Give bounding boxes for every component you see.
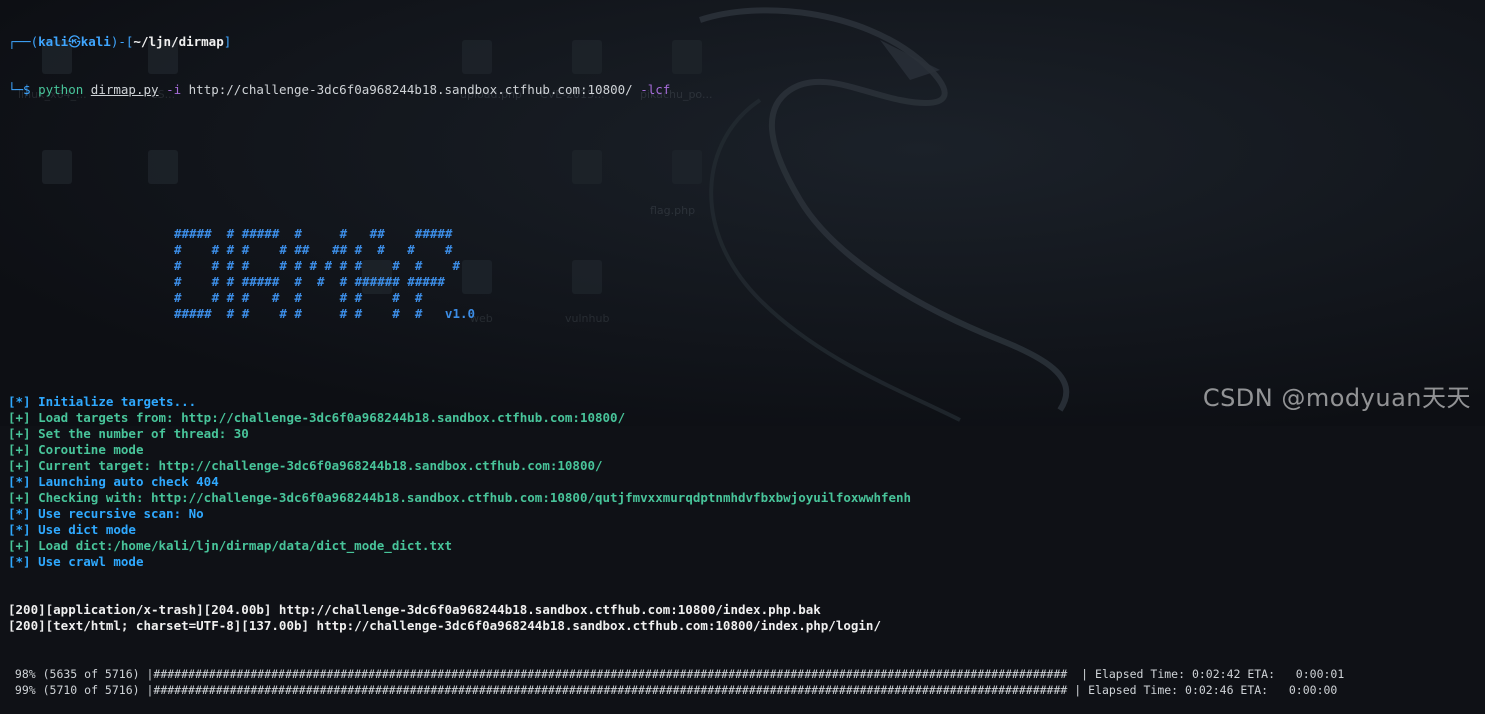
banner-line: ##### # ##### # # ## ##### (174, 226, 453, 241)
prompt-at: ㉿ (68, 34, 81, 49)
progress-tail: | Elapsed Time: 0:02:42 ETA: 0:00:01 (1074, 667, 1345, 681)
prompt-bracket: )-[ (110, 34, 134, 49)
prompt-bracket: ] (223, 34, 232, 49)
log-line: [+] Set the number of thread: 30 (8, 426, 1478, 442)
log-tag: [*] (8, 554, 31, 569)
progress-line: 98% (5635 of 5716) |####################… (8, 666, 1478, 682)
prompt-line-2: └─$ python dirmap.py -i http://challenge… (8, 82, 1478, 98)
csdn-watermark: CSDN @modyuan天天 (1202, 384, 1471, 412)
progress-tail: | Elapsed Time: 0:02:46 ETA: 0:00:00 (1074, 683, 1338, 697)
log-text: Use dict mode (38, 522, 136, 537)
log-line: [+] Current target: http://challenge-3dc… (8, 458, 1478, 474)
log-line: [+] Load dict:/home/kali/ljn/dirmap/data… (8, 538, 1478, 554)
progress-lines: 98% (5635 of 5716) |####################… (8, 666, 1478, 698)
log-tag: [*] (8, 506, 31, 521)
log-text: Load targets from: http://challenge-3dc6… (38, 410, 626, 425)
prompt-bracket: ┌──( (8, 34, 39, 49)
log-text: Coroutine mode (38, 442, 144, 457)
log-line: [*] Use recursive scan: No (8, 506, 1478, 522)
progress-label: 99% (5710 of 5716) | (8, 683, 154, 697)
log-tag: [+] (8, 458, 31, 473)
dirmap-ascii-banner: ##### # ##### # # ## ##### # # # # # ## #… (8, 226, 1478, 322)
log-lines: [*] Initialize targets... [+] Load target… (8, 394, 1478, 570)
log-line: [+] Checking with: http://challenge-3dc6… (8, 490, 1478, 506)
log-tag: [*] (8, 474, 31, 489)
prompt-arrow: └─$ (8, 82, 39, 97)
progress-label: 98% (5635 of 5716) | (8, 667, 154, 681)
log-line: [+] Coroutine mode (8, 442, 1478, 458)
log-text: Use recursive scan: No (38, 506, 204, 521)
scan-results: [200][application/x-trash][204.00b] http… (8, 602, 1478, 634)
command-flag: -i (166, 82, 182, 97)
log-tag: [+] (8, 442, 31, 457)
log-line: [*] Use crawl mode (8, 554, 1478, 570)
prompt-line-1: ┌──(kali㉿kali)-[~/ljn/dirmap] (8, 34, 1478, 50)
log-text: Current target: http://challenge-3dc6f0a… (38, 458, 603, 473)
progress-bar: ########################################… (153, 667, 1075, 681)
log-text: Initialize targets... (38, 394, 197, 409)
log-text: Set the number of thread: 30 (38, 426, 249, 441)
log-tag: [*] (8, 522, 31, 537)
log-text: Use crawl mode (38, 554, 144, 569)
log-text: Checking with: http://challenge-3dc6f0a9… (38, 490, 912, 505)
log-tag: [+] (8, 490, 31, 505)
log-line: [*] Launching auto check 404 (8, 474, 1478, 490)
command-script: dirmap.py (90, 82, 159, 97)
command-name: python (38, 82, 84, 97)
terminal-output[interactable]: ┌──(kali㉿kali)-[~/ljn/dirmap] └─$ python… (8, 2, 1478, 714)
log-tag: [+] (8, 538, 31, 553)
prompt-user: kali (38, 34, 69, 49)
prompt-cwd: ~/ljn/dirmap (133, 34, 224, 49)
log-line: [*] Use dict mode (8, 522, 1478, 538)
progress-bar: ########################################… (153, 683, 1075, 697)
banner-line: ##### # # # # # # # # v1.0 (174, 306, 476, 321)
log-tag: [+] (8, 426, 31, 441)
log-text: Launching auto check 404 (38, 474, 219, 489)
log-tag: [+] (8, 410, 31, 425)
prompt-host: kali (80, 34, 111, 49)
command-flag: -lcf (640, 82, 671, 97)
log-tag: [*] (8, 394, 31, 409)
command-url: http://challenge-3dc6f0a968244b18.sandbo… (188, 82, 633, 97)
banner-line: # # # # # # # # # # # # # (174, 258, 460, 273)
banner-line: # # # # # ## ## # # # # (174, 242, 453, 257)
result-line: [200][application/x-trash][204.00b] http… (8, 602, 821, 617)
progress-line: 99% (5710 of 5716) |####################… (8, 682, 1478, 698)
log-text: Load dict:/home/kali/ljn/dirmap/data/dic… (38, 538, 453, 553)
result-line: [200][text/html; charset=UTF-8][137.00b]… (8, 618, 881, 633)
banner-line: # # # # # # # # # # (174, 290, 423, 305)
banner-line: # # # ##### # # # ###### ##### (174, 274, 445, 289)
